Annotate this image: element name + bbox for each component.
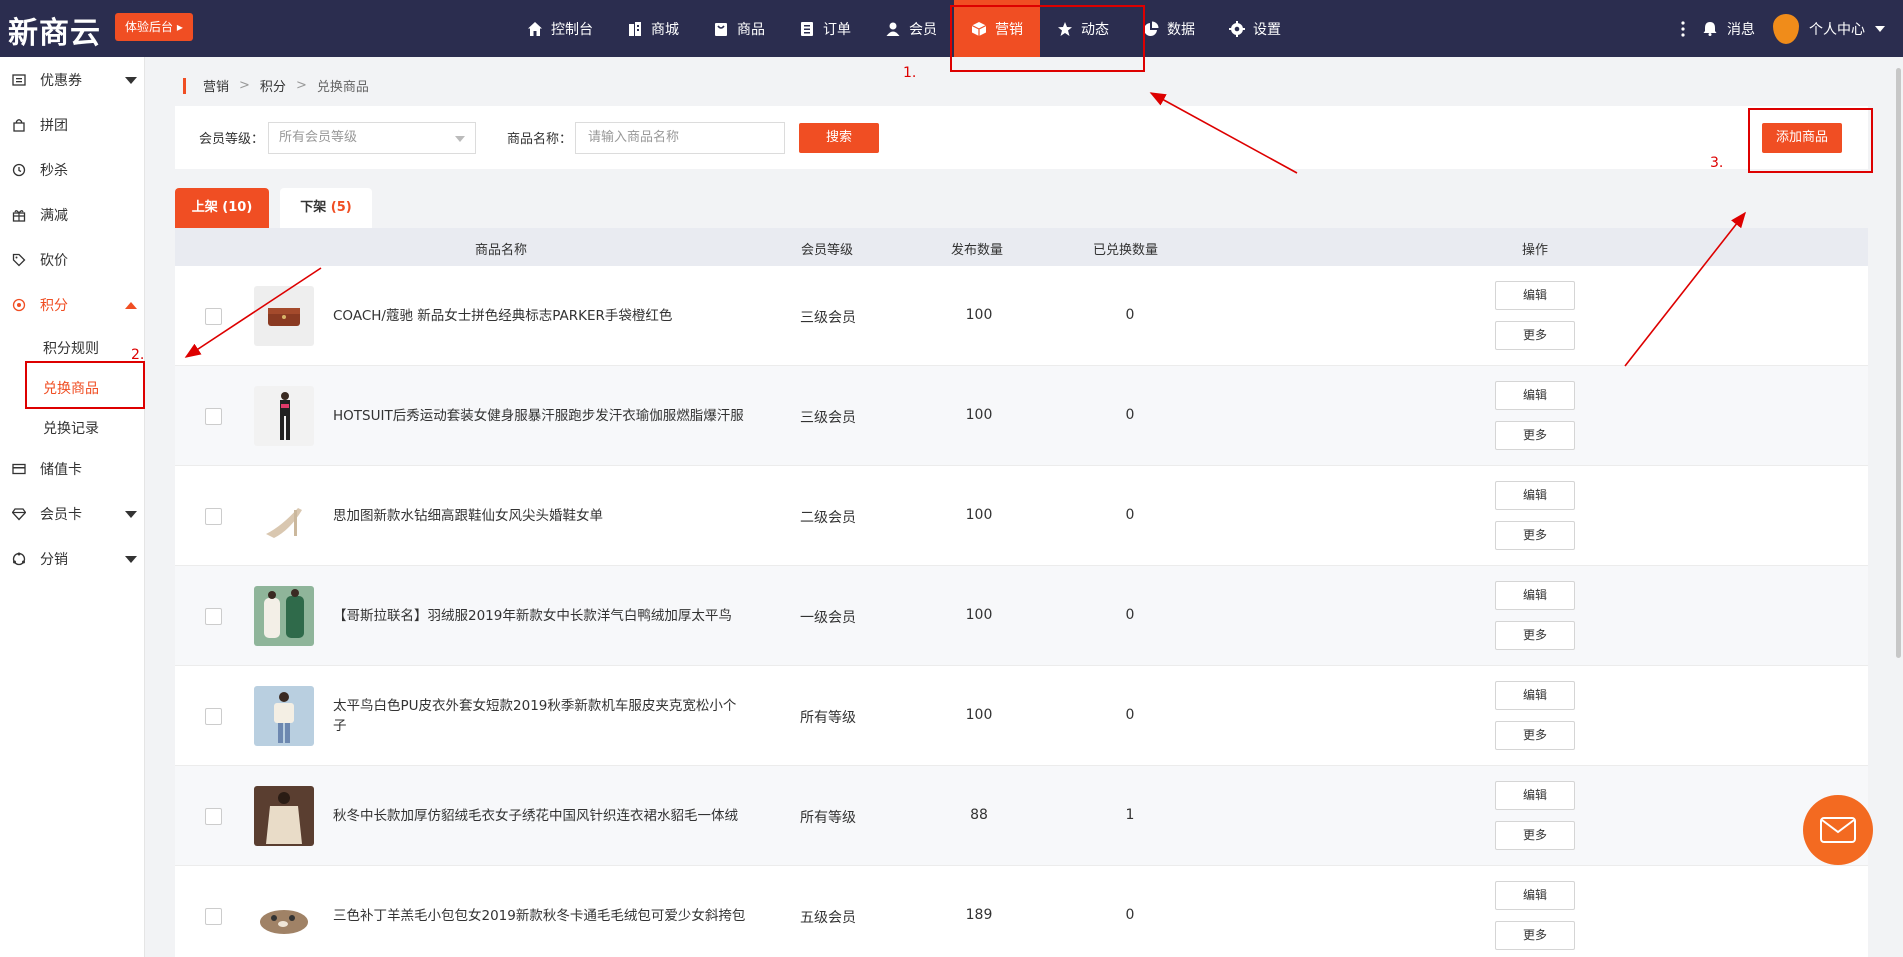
floating-message-button[interactable] [1803, 795, 1873, 865]
arrow-to-redeem-goods [184, 267, 322, 358]
annotation-arrows [184, 92, 1746, 367]
scrollbar[interactable] [1896, 68, 1901, 658]
arrow-to-marketing [1149, 92, 1298, 174]
mail-icon [1820, 817, 1856, 843]
arrow-to-add-product [1624, 211, 1746, 367]
